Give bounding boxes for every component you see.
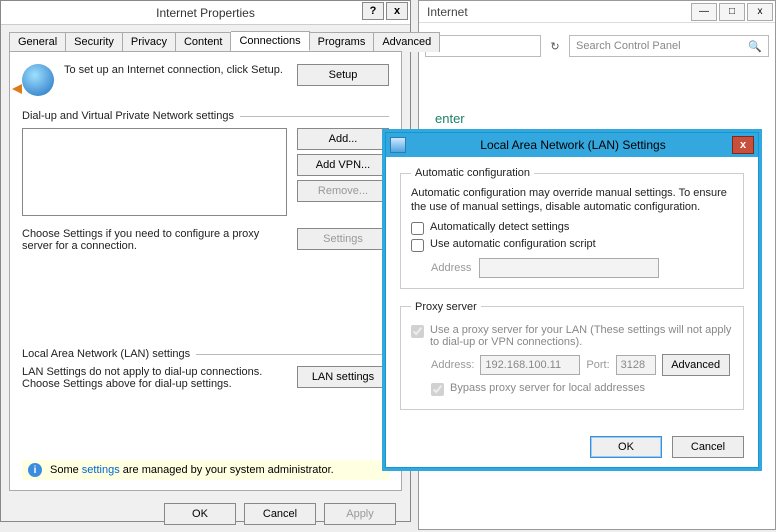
bg-title: Internet <box>421 5 689 19</box>
dialup-group-label: Dial-up and Virtual Private Network sett… <box>22 110 389 122</box>
lan-settings-button[interactable]: LAN settings <box>297 366 389 388</box>
internet-properties-dialog: Internet Properties ? x General Security… <box>0 0 411 522</box>
proxy-advanced-button[interactable]: Advanced <box>662 354 730 376</box>
add-button[interactable]: Add... <box>297 128 389 150</box>
search-placeholder: Search Control Panel <box>576 40 681 52</box>
search-input[interactable]: Search Control Panel 🔍 <box>569 35 769 57</box>
ip-title: Internet Properties <box>156 6 255 20</box>
auto-config-group: Automatic configuration Automatic config… <box>400 167 744 289</box>
add-vpn-button[interactable]: Add VPN... <box>297 154 389 176</box>
auto-config-legend: Automatic configuration <box>411 167 534 179</box>
info-bar: i Some settings are managed by your syst… <box>22 460 389 480</box>
info-prefix: Some <box>50 464 82 476</box>
ip-apply-button: Apply <box>324 503 396 525</box>
globe-icon <box>22 64 54 96</box>
script-address-label: Address <box>431 262 471 274</box>
auto-script-label: Use automatic configuration script <box>430 238 596 250</box>
tab-security[interactable]: Security <box>66 32 123 52</box>
tab-body: To set up an Internet connection, click … <box>9 51 402 491</box>
setup-text: To set up an Internet connection, click … <box>64 64 287 76</box>
ip-cancel-button[interactable]: Cancel <box>244 503 316 525</box>
lan-text: LAN Settings do not apply to dial-up con… <box>22 366 289 390</box>
tab-general[interactable]: General <box>9 32 66 52</box>
bypass-checkbox <box>431 383 444 396</box>
dialup-listbox[interactable] <box>22 128 287 216</box>
use-proxy-row: Use a proxy server for your LAN (These s… <box>411 324 733 348</box>
info-suffix: are managed by your system administrator… <box>120 464 334 476</box>
tab-privacy[interactable]: Privacy <box>123 32 176 52</box>
auto-script-row[interactable]: Use automatic configuration script <box>411 238 733 252</box>
ip-ok-button[interactable]: OK <box>164 503 236 525</box>
lan-dialog-icon <box>390 137 406 153</box>
ip-help-button[interactable]: ? <box>362 2 384 20</box>
bg-toolbar: ▾ ↻ Search Control Panel 🔍 <box>419 23 775 69</box>
use-proxy-label: Use a proxy server for your LAN (These s… <box>430 324 733 348</box>
bg-maximize-button[interactable]: □ <box>719 3 745 21</box>
proxy-group: Proxy server Use a proxy server for your… <box>400 301 744 410</box>
lan-group-label: Local Area Network (LAN) settings <box>22 348 389 360</box>
breadcrumb[interactable]: ▾ <box>425 35 541 57</box>
settings-button: Settings <box>297 228 389 250</box>
bypass-row: Bypass proxy server for local addresses <box>431 382 733 396</box>
bypass-label: Bypass proxy server for local addresses <box>450 382 645 394</box>
auto-detect-checkbox[interactable] <box>411 222 424 235</box>
search-icon: 🔍 <box>748 40 762 53</box>
proxy-address-label: Address: <box>431 359 474 371</box>
bg-close-button[interactable]: x <box>747 3 773 21</box>
proxy-address-input <box>480 355 580 375</box>
ip-titlebar: Internet Properties ? x <box>1 1 410 25</box>
bg-titlebar: Internet — □ x <box>419 1 775 23</box>
info-settings-link[interactable]: settings <box>82 464 120 476</box>
proxy-port-label: Port: <box>586 359 609 371</box>
auto-detect-row[interactable]: Automatically detect settings <box>411 221 733 235</box>
auto-script-checkbox[interactable] <box>411 239 424 252</box>
ip-tabs: General Security Privacy Content Connect… <box>1 25 410 51</box>
remove-button: Remove... <box>297 180 389 202</box>
tab-advanced[interactable]: Advanced <box>374 32 440 52</box>
bg-minimize-button[interactable]: — <box>691 3 717 21</box>
lan-ok-button[interactable]: OK <box>590 436 662 458</box>
lan-close-button[interactable]: x <box>732 136 754 154</box>
setup-button[interactable]: Setup <box>297 64 389 86</box>
choose-settings-text: Choose Settings if you need to configure… <box>22 228 289 252</box>
refresh-icon[interactable]: ↻ <box>545 36 565 56</box>
info-icon: i <box>28 463 42 477</box>
tab-connections[interactable]: Connections <box>231 31 309 51</box>
lan-cancel-button[interactable]: Cancel <box>672 436 744 458</box>
lan-bottom-buttons: OK Cancel <box>386 432 758 468</box>
auto-detect-label: Automatically detect settings <box>430 221 569 233</box>
auto-config-text: Automatic configuration may override man… <box>411 187 733 215</box>
tab-programs[interactable]: Programs <box>310 32 375 52</box>
proxy-legend: Proxy server <box>411 301 481 313</box>
tab-content[interactable]: Content <box>176 32 232 52</box>
proxy-port-input <box>616 355 656 375</box>
bg-heading: enter <box>435 111 759 126</box>
lan-settings-dialog: Local Area Network (LAN) Settings x Auto… <box>385 132 759 468</box>
ip-close-button[interactable]: x <box>386 2 408 20</box>
use-proxy-checkbox <box>411 325 424 338</box>
lan-title: Local Area Network (LAN) Settings <box>414 138 732 152</box>
ip-bottom-buttons: OK Cancel Apply <box>1 499 410 525</box>
lan-titlebar: Local Area Network (LAN) Settings x <box>386 133 758 157</box>
script-address-input <box>479 258 659 278</box>
